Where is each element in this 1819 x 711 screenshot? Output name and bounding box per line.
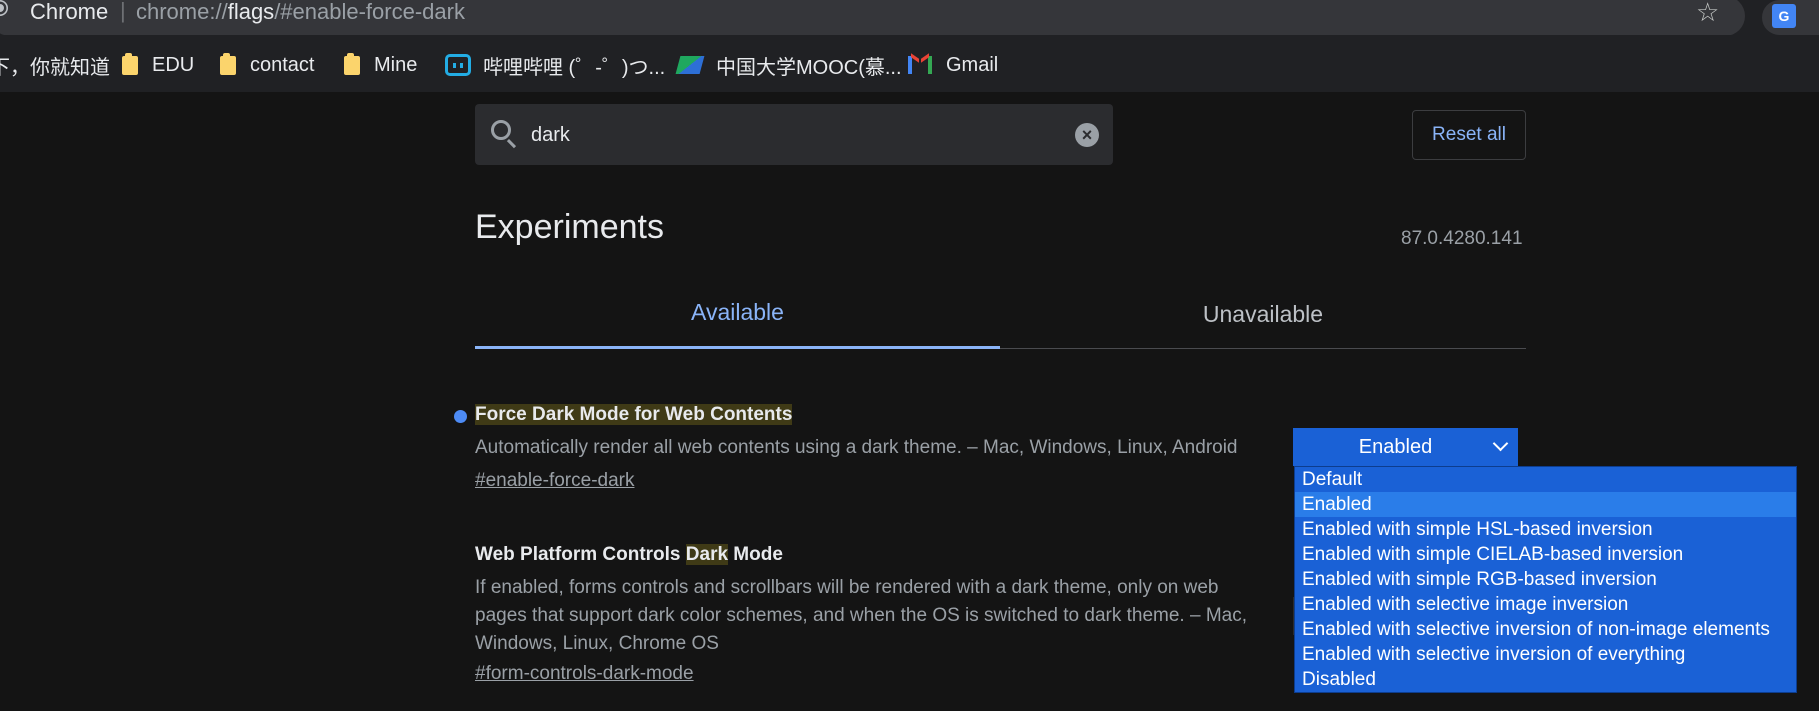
dropdown-option[interactable]: Enabled with simple HSL-based inversion — [1295, 517, 1796, 542]
search-input[interactable] — [529, 118, 1033, 152]
bookmark-folder-contact[interactable]: contact — [220, 52, 315, 77]
modified-flag-indicator — [454, 410, 467, 423]
folder-icon — [344, 52, 360, 75]
gmail-icon — [908, 56, 932, 74]
dropdown-option[interactable]: Enabled with selective inversion of non-… — [1295, 617, 1796, 642]
bookmark-label: 中国大学MOOC(慕... — [716, 56, 902, 79]
chevron-down-icon — [1492, 435, 1509, 452]
bookmark-item[interactable]: 下，你就知道 — [0, 53, 110, 79]
address-bar-app-name: Chrome — [30, 0, 109, 24]
bookmark-label: 下，你就知道 — [0, 56, 110, 79]
bookmark-label: EDU — [152, 53, 195, 76]
bookmark-label: Gmail — [946, 53, 999, 76]
flag-description: Automatically render all web contents us… — [475, 437, 1238, 458]
translate-extension-button[interactable]: G — [1762, 0, 1819, 35]
browser-toolbar: Chrome | chrome://flags/#enable-force-da… — [0, 0, 1819, 36]
tab-unavailable[interactable]: Unavailable — [1000, 292, 1526, 348]
folder-icon — [220, 52, 236, 75]
flag-title: Web Platform Controls Dark Mode — [475, 544, 783, 565]
flag-permalink[interactable]: #enable-force-dark — [475, 470, 634, 492]
mooc-icon — [675, 56, 705, 74]
folder-icon — [122, 52, 138, 75]
flag-description: If enabled, forms controls and scrollbar… — [475, 577, 1248, 654]
bookmark-bilibili[interactable]: 哔哩哔哩 (゜-゜)つ... — [445, 53, 666, 79]
reset-all-button[interactable]: Reset all — [1412, 110, 1526, 160]
star-icon[interactable]: ☆ — [1696, 0, 1719, 28]
dropdown-option[interactable]: Enabled with simple RGB-based inversion — [1295, 567, 1796, 592]
page-title: Experiments — [475, 208, 664, 246]
address-bar-divider: | — [120, 0, 126, 23]
chrome-logo-icon — [0, 1, 7, 15]
bookmarks-bar: 下，你就知道 EDU contact Mine 哔哩哔哩 (゜-゜)つ... 中… — [0, 35, 1819, 92]
flag-state-dropdown: Default Enabled Enabled with simple HSL-… — [1294, 466, 1797, 693]
dropdown-option-selected[interactable]: Enabled — [1295, 492, 1796, 517]
flag-state-select[interactable]: Enabled — [1293, 428, 1518, 466]
address-bar-url[interactable]: chrome://flags/#enable-force-dark — [136, 0, 465, 25]
address-bar[interactable]: Chrome | chrome://flags/#enable-force-da… — [0, 0, 1745, 36]
dropdown-option[interactable]: Disabled — [1295, 667, 1796, 692]
bookmark-gmail[interactable]: Gmail — [908, 53, 998, 77]
flags-search-box: × — [475, 104, 1113, 165]
bookmark-folder-edu[interactable]: EDU — [122, 52, 195, 77]
dropdown-option[interactable]: Enabled with selective image inversion — [1295, 592, 1796, 617]
dropdown-option[interactable]: Default — [1295, 467, 1796, 492]
bookmark-folder-mine[interactable]: Mine — [344, 52, 418, 77]
dropdown-option[interactable]: Enabled with simple CIELAB-based inversi… — [1295, 542, 1796, 567]
flag-title: Force Dark Mode for Web Contents — [475, 404, 793, 425]
clear-search-icon[interactable]: × — [1075, 123, 1099, 147]
bookmark-label: contact — [250, 53, 315, 76]
translate-icon: G — [1772, 4, 1796, 28]
dropdown-option[interactable]: Enabled with selective inversion of ever… — [1295, 642, 1796, 667]
search-icon — [491, 120, 511, 140]
bookmark-label: Mine — [374, 53, 418, 76]
flag-permalink[interactable]: #form-controls-dark-mode — [475, 663, 694, 685]
bookmark-label: 哔哩哔哩 (゜-゜)つ... — [483, 56, 666, 79]
bilibili-icon — [445, 54, 471, 76]
active-tab-indicator — [475, 346, 1000, 349]
bookmark-mooc[interactable]: 中国大学MOOC(慕... — [675, 53, 902, 79]
select-value: Enabled — [1358, 436, 1433, 458]
tab-available[interactable]: Available — [475, 290, 1000, 348]
version-label: 87.0.4280.141 — [1401, 228, 1523, 249]
